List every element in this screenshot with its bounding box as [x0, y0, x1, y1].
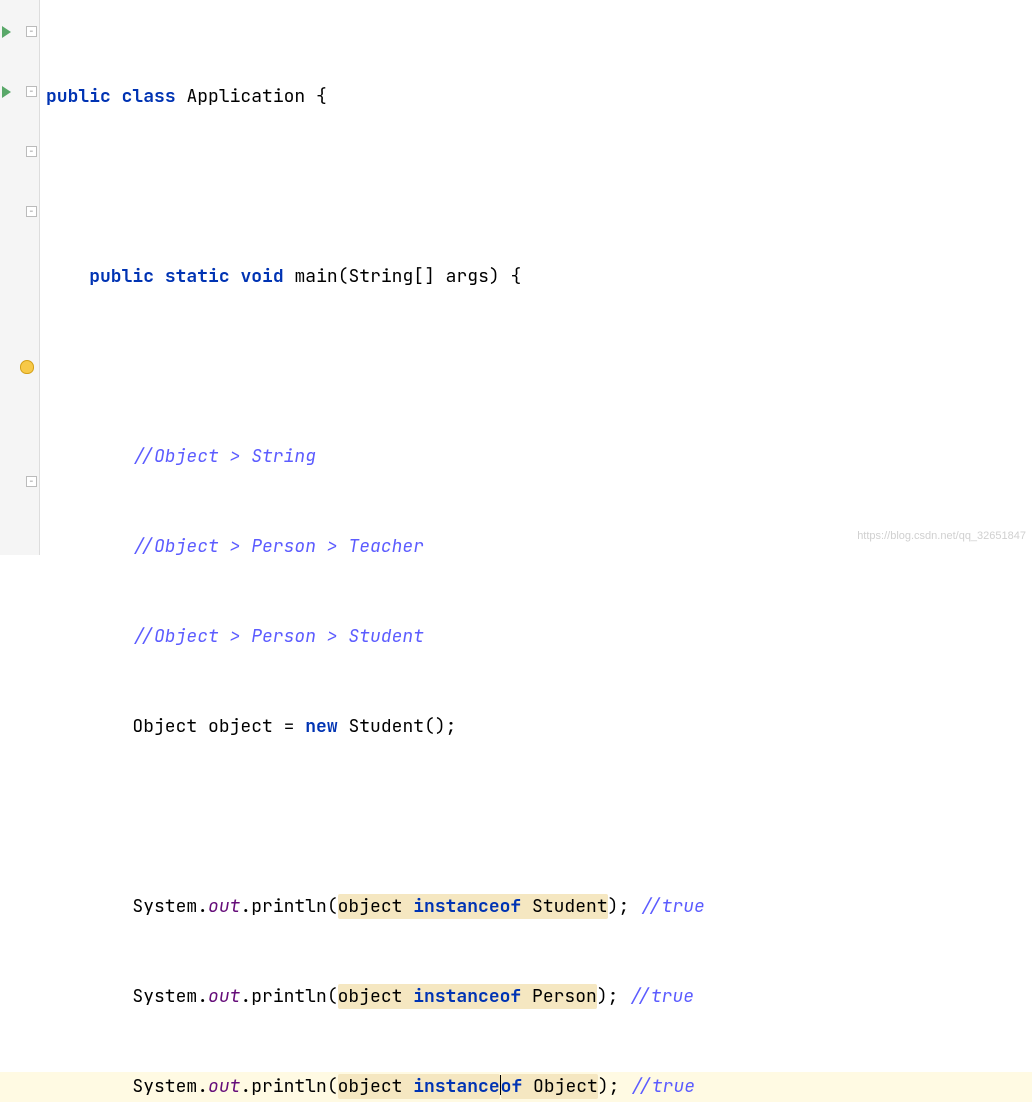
code-line-current: System.out.println(object instanceof Obj… — [46, 1072, 1032, 1102]
code-line: public class Application { — [46, 82, 1032, 112]
code-line: System.out.println(object instanceof Stu… — [46, 892, 1032, 922]
fold-toggle[interactable]: − — [26, 86, 37, 97]
run-icon[interactable] — [2, 86, 16, 100]
editor-gutter: − − − − − — [0, 0, 40, 555]
run-icon[interactable] — [2, 26, 16, 40]
code-editor[interactable]: public class Application { public static… — [40, 0, 1032, 555]
fold-toggle[interactable]: − — [26, 206, 37, 217]
code-line: Object object = new Student(); — [46, 712, 1032, 742]
code-line — [46, 802, 1032, 832]
code-line: //Object > String — [46, 442, 1032, 472]
fold-toggle[interactable]: − — [26, 26, 37, 37]
code-line: //Object > Person > Student — [46, 622, 1032, 652]
code-line — [46, 172, 1032, 202]
fold-toggle[interactable]: − — [26, 476, 37, 487]
fold-toggle[interactable]: − — [26, 146, 37, 157]
code-line: System.out.println(object instanceof Per… — [46, 982, 1032, 1012]
code-line — [46, 352, 1032, 382]
lightbulb-icon[interactable] — [20, 360, 34, 374]
editor-caret — [500, 1075, 501, 1095]
code-line: public static void main(String[] args) { — [46, 262, 1032, 292]
watermark-text: https://blog.csdn.net/qq_32651847 — [857, 521, 1026, 551]
